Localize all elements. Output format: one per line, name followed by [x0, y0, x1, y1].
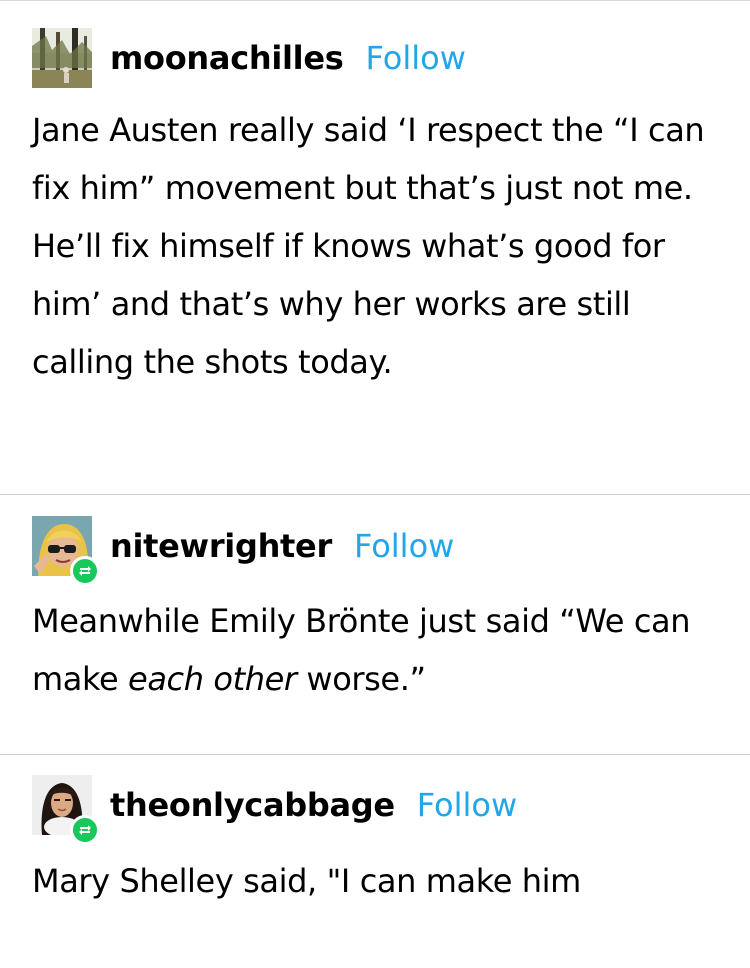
post-divider — [0, 754, 750, 755]
username[interactable]: nitewrighter — [110, 527, 332, 565]
post-text: Meanwhile Emily Brönte just said “We can… — [32, 592, 722, 708]
post-divider — [0, 494, 750, 495]
avatar[interactable] — [32, 775, 100, 845]
follow-button[interactable]: Follow — [366, 39, 466, 77]
post-body: Meanwhile Emily Brönte just said “We can… — [32, 592, 722, 708]
reblog-icon — [70, 556, 100, 586]
post-body: Jane Austen really said ‘I respect the “… — [32, 101, 722, 391]
post-header: theonlycabbage Follow — [32, 775, 517, 845]
avatar[interactable] — [32, 28, 92, 88]
post-text-end: worse.” — [296, 660, 426, 698]
post-body: Mary Shelley said, "I can make him — [32, 852, 722, 910]
post-text: Jane Austen really said ‘I respect the “… — [32, 111, 705, 381]
forest-photo-avatar-icon — [32, 28, 92, 88]
username[interactable]: theonlycabbage — [110, 786, 395, 824]
post-text: Mary Shelley said, "I can make him — [32, 862, 581, 900]
post-header: nitewrighter Follow — [32, 516, 454, 586]
username[interactable]: moonachilles — [110, 39, 344, 77]
post-header: moonachilles Follow — [32, 28, 466, 88]
reblog-icon — [70, 815, 100, 845]
follow-button[interactable]: Follow — [354, 527, 454, 565]
post-text-emphasis: each other — [128, 660, 297, 698]
avatar[interactable] — [32, 516, 100, 586]
top-divider — [0, 0, 750, 1]
follow-button[interactable]: Follow — [417, 786, 517, 824]
